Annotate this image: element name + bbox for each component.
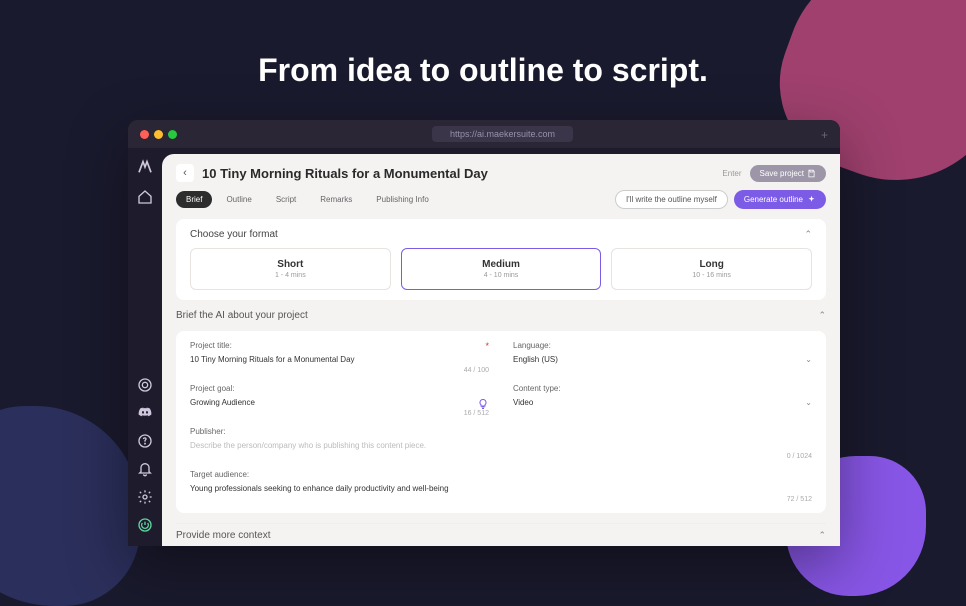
new-tab-button[interactable]: + <box>821 128 828 142</box>
browser-titlebar: https://ai.maekersuite.com + <box>128 120 840 148</box>
project-title[interactable]: 10 Tiny Morning Rituals for a Monumental… <box>202 166 714 181</box>
lightbulb-icon[interactable] <box>477 398 489 410</box>
format-option-long[interactable]: Long 10 - 16 mins <box>611 248 812 290</box>
write-outline-myself-button[interactable]: I'll write the outline myself <box>615 190 728 209</box>
char-count: 0 / 1024 <box>190 453 812 460</box>
format-duration: 1 - 4 mins <box>201 272 380 279</box>
char-count: 16 / 512 <box>190 410 489 417</box>
tab-brief[interactable]: Brief <box>176 191 212 208</box>
field-label: Project goal: <box>190 384 489 393</box>
target-audience-field[interactable]: Target audience: Young professionals see… <box>190 470 812 503</box>
power-icon[interactable] <box>136 516 154 534</box>
target-icon[interactable] <box>136 376 154 394</box>
format-option-medium[interactable]: Medium 4 - 10 mins <box>401 248 602 290</box>
publisher-field[interactable]: Publisher: Describe the person/company w… <box>190 427 812 460</box>
field-label: Project title: <box>190 341 232 350</box>
enter-hint: Enter <box>722 169 741 178</box>
tabs-bar: Brief Outline Script Remarks Publishing … <box>176 190 826 209</box>
content-type-select[interactable]: Video <box>513 398 533 407</box>
project-title-field[interactable]: Project title: * 10 Tiny Morning Rituals… <box>190 341 489 374</box>
format-duration: 4 - 10 mins <box>412 272 591 279</box>
language-select[interactable]: English (US) <box>513 355 558 364</box>
language-field[interactable]: Language: English (US) ⌄ <box>513 341 812 374</box>
tab-remarks[interactable]: Remarks <box>310 191 362 208</box>
field-label: Language: <box>513 341 812 350</box>
chevron-up-icon[interactable]: ⌃ <box>804 229 812 240</box>
sparkle-icon <box>807 195 816 204</box>
discord-icon[interactable] <box>136 404 154 422</box>
help-icon[interactable] <box>136 432 154 450</box>
gear-icon[interactable] <box>136 488 154 506</box>
field-label: Content type: <box>513 384 812 393</box>
home-icon[interactable] <box>136 188 154 206</box>
char-count: 44 / 100 <box>190 367 489 374</box>
tab-script[interactable]: Script <box>266 191 306 208</box>
close-icon[interactable] <box>140 130 149 139</box>
browser-window: https://ai.maekersuite.com + <box>128 120 840 546</box>
divider <box>176 523 826 524</box>
logo-icon[interactable] <box>136 158 154 176</box>
format-name: Medium <box>412 259 591 270</box>
main-content: ‹ 10 Tiny Morning Rituals for a Monument… <box>162 154 840 546</box>
format-card: Choose your format ⌃ Short 1 - 4 mins Me… <box>176 219 826 300</box>
generate-outline-button[interactable]: Generate outline <box>734 190 826 209</box>
char-count: 72 / 512 <box>190 496 812 503</box>
chevron-up-icon[interactable]: ⌃ <box>818 310 826 321</box>
app-sidebar <box>128 148 162 546</box>
generate-label: Generate outline <box>744 195 803 204</box>
more-context-header[interactable]: Provide more context ⌃ <box>176 530 826 541</box>
maximize-icon[interactable] <box>168 130 177 139</box>
format-duration: 10 - 16 mins <box>622 272 801 279</box>
publisher-input[interactable]: Describe the person/company who is publi… <box>190 439 812 452</box>
content-type-field[interactable]: Content type: Video ⌄ <box>513 384 812 417</box>
tab-outline[interactable]: Outline <box>216 191 261 208</box>
chevron-up-icon[interactable]: ⌃ <box>818 530 826 541</box>
project-goal-input[interactable]: Growing Audience <box>190 396 489 409</box>
brief-card: Project title: * 10 Tiny Morning Rituals… <box>176 331 826 513</box>
format-name: Long <box>622 259 801 270</box>
project-goal-field[interactable]: Project goal: Growing Audience 16 / 512 <box>190 384 489 417</box>
chevron-down-icon[interactable]: ⌄ <box>805 398 812 407</box>
brief-section-header: Brief the AI about your project ⌃ <box>176 310 826 321</box>
format-option-short[interactable]: Short 1 - 4 mins <box>190 248 391 290</box>
back-button[interactable]: ‹ <box>176 164 194 182</box>
brief-section-title: Brief the AI about your project <box>176 310 308 321</box>
save-project-button[interactable]: Save project <box>750 165 826 182</box>
project-title-input[interactable]: 10 Tiny Morning Rituals for a Monumental… <box>190 353 489 366</box>
field-label: Target audience: <box>190 470 812 479</box>
save-label: Save project <box>760 169 804 178</box>
chevron-down-icon[interactable]: ⌄ <box>805 355 812 364</box>
tab-publishing-info[interactable]: Publishing Info <box>366 191 438 208</box>
bell-icon[interactable] <box>136 460 154 478</box>
url-bar[interactable]: https://ai.maekersuite.com <box>432 126 573 142</box>
more-context-title: Provide more context <box>176 530 271 541</box>
traffic-lights <box>140 130 177 139</box>
audience-input[interactable]: Young professionals seeking to enhance d… <box>190 482 812 495</box>
field-label: Publisher: <box>190 427 812 436</box>
minimize-icon[interactable] <box>154 130 163 139</box>
save-icon <box>807 169 816 178</box>
format-name: Short <box>201 259 380 270</box>
format-title: Choose your format <box>190 229 278 240</box>
page-heading: From idea to outline to script. <box>0 52 966 89</box>
